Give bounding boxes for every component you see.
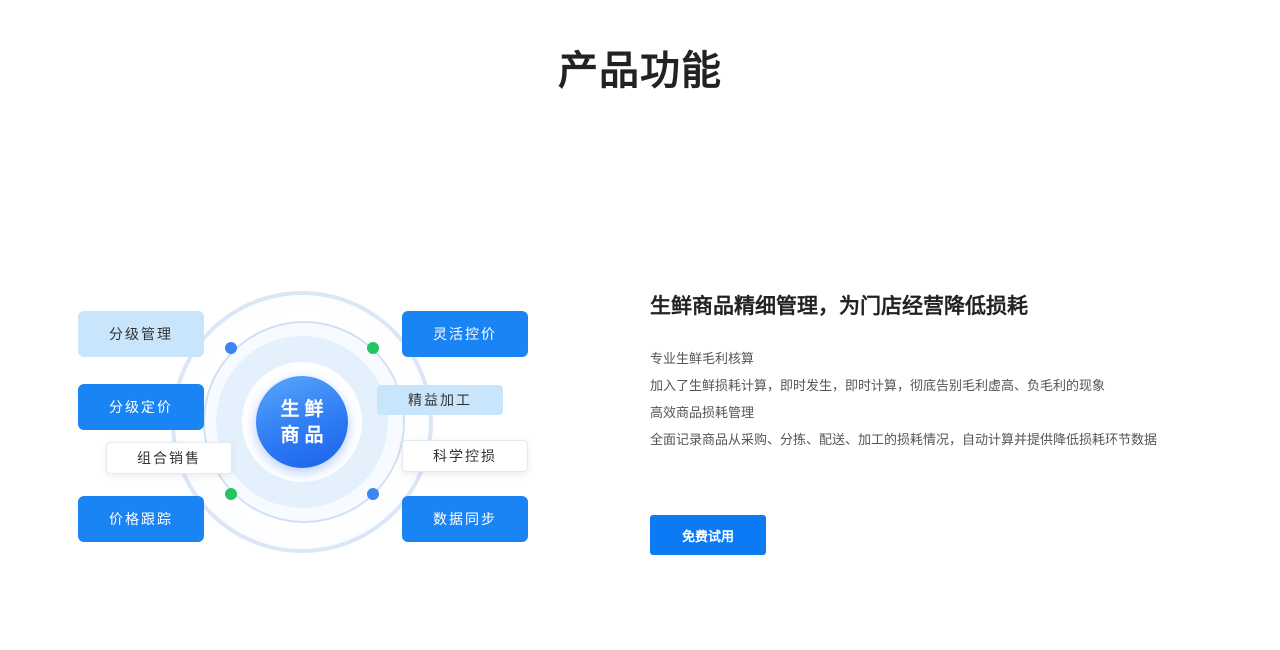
description-line: 高效商品损耗管理 xyxy=(650,406,755,421)
feature-description: 专业生鲜毛利核算 加入了生鲜损耗计算，即时发生，即时计算，彻底告别毛利虚高、负毛… xyxy=(650,346,1157,454)
ring-dot xyxy=(225,488,237,500)
tag-loss-control[interactable]: 科学控损 xyxy=(402,440,528,472)
center-circle: 生鲜商品 xyxy=(256,376,348,468)
description-line: 加入了生鲜损耗计算，即时发生，即时计算，彻底告别毛利虚高、负毛利的现象 xyxy=(650,379,1106,394)
tag-price-tracking[interactable]: 价格跟踪 xyxy=(78,496,204,542)
tag-grading-management[interactable]: 分级管理 xyxy=(78,311,204,357)
feature-heading: 生鲜商品精细管理，为门店经营降低损耗 xyxy=(650,294,1028,318)
ring-dot xyxy=(367,488,379,500)
center-label: 生鲜商品 xyxy=(280,398,329,446)
feature-diagram: 生鲜商品 分级管理 灵活控价 分级定价 精益加工 组合销售 科学控损 价格跟踪 … xyxy=(0,0,620,650)
description-line: 全面记录商品从采购、分拣、配送、加工的损耗情况，自动计算并提供降低损耗环节数据 xyxy=(650,433,1158,448)
tag-data-sync[interactable]: 数据同步 xyxy=(402,496,528,542)
free-trial-button[interactable]: 免费试用 xyxy=(650,515,766,555)
tag-lean-processing[interactable]: 精益加工 xyxy=(377,385,503,415)
tag-combo-sales[interactable]: 组合销售 xyxy=(106,442,232,474)
description-line: 专业生鲜毛利核算 xyxy=(650,352,755,367)
tag-grade-pricing[interactable]: 分级定价 xyxy=(78,384,204,430)
ring-dot xyxy=(367,342,379,354)
ring-dot xyxy=(225,342,237,354)
tag-flexible-pricing[interactable]: 灵活控价 xyxy=(402,311,528,357)
